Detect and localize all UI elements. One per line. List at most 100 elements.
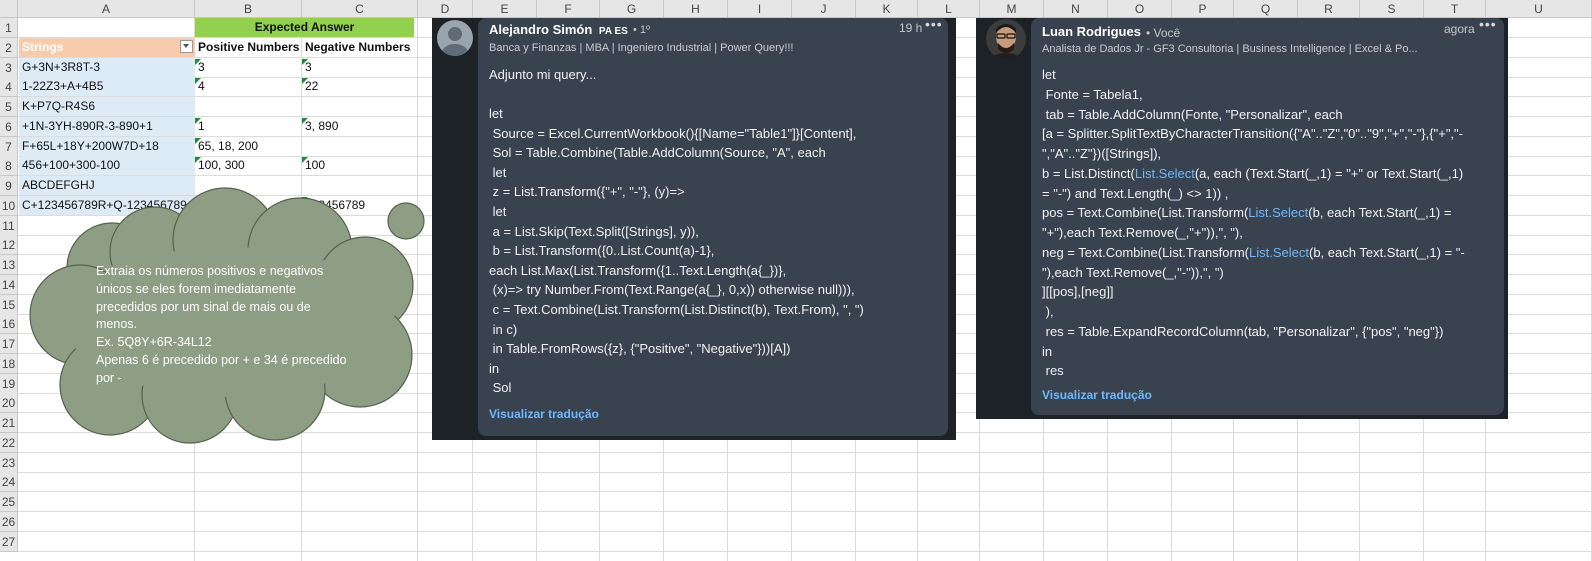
column-header-p[interactable]: P	[1172, 0, 1234, 18]
code-line: Fonte = Tabela1,	[1042, 87, 1143, 102]
code-line: b = List.Distinct(List.Select(a, each (T…	[1042, 166, 1463, 181]
view-translation-link[interactable]: Visualizar tradução	[1042, 388, 1152, 402]
row-header-25[interactable]: 25	[0, 492, 18, 512]
comment-time: agora	[1444, 22, 1475, 36]
avatar-photo[interactable]	[986, 19, 1026, 59]
callout-line: Apenas 6 é precedido por + e 34 é preced…	[96, 352, 347, 367]
code-text: "),each Text.Remove(_,"-")),", ")	[1042, 264, 1224, 280]
comment-intro: Adjunto mi query...	[489, 67, 597, 82]
avatar-default-icon[interactable]	[437, 20, 473, 56]
column-header-f[interactable]: F	[537, 0, 600, 18]
row-header-27[interactable]: 27	[0, 531, 18, 552]
code-text: Fonte = Tabela1,	[1042, 86, 1143, 102]
view-translation-link[interactable]: Visualizar tradução	[489, 407, 599, 421]
code-line: res = Table.ExpandRecordColumn(tab, "Per…	[1042, 323, 1444, 339]
code-text: b = List.Distinct(	[1042, 165, 1135, 181]
code-line: let	[489, 106, 503, 121]
code-text: (b, each Text.Start(_,1) =	[1308, 205, 1452, 221]
code-text: ),	[1042, 304, 1054, 319]
grid-line	[18, 511, 1592, 512]
code-highlight[interactable]: List.Select	[1248, 205, 1308, 220]
column-header-o[interactable]: O	[1108, 0, 1172, 18]
code-line: "),each Text.Remove(_,"-")),", ")	[1042, 265, 1224, 280]
code-text: let	[1042, 67, 1056, 82]
callout-text: Extraia os números positivos e negativos…	[96, 263, 358, 388]
code-line: a = List.Skip(Text.Split([Strings], y)),	[489, 223, 699, 239]
column-header-m[interactable]: M	[980, 0, 1044, 18]
code-line: Source = Excel.CurrentWorkbook(){[Name="…	[489, 125, 857, 141]
column-header-r[interactable]: R	[1298, 0, 1360, 18]
code-line: pos = Text.Combine(List.Transform(List.S…	[1042, 205, 1451, 220]
column-header-u[interactable]: U	[1486, 0, 1592, 18]
code-line: Sol = Table.Combine(Table.AddColumn(Sour…	[489, 145, 826, 161]
code-text: ","A".."Z"})([Strings]),	[1042, 146, 1162, 161]
code-line: ),	[1042, 304, 1054, 319]
column-header-s[interactable]: S	[1360, 0, 1424, 18]
row-header-26[interactable]: 26	[0, 511, 18, 532]
code-line: tab = Table.AddColumn(Fonte, "Personaliz…	[1042, 107, 1343, 122]
code-line: (x)=> try Number.From(Text.Range(a{_}, 0…	[489, 282, 855, 298]
code-line: Sol	[489, 380, 512, 396]
more-options-icon[interactable]: •••	[925, 16, 943, 32]
connection-degree: • 1º	[633, 24, 651, 36]
code-line: neg = Text.Combine(List.Transform(List.S…	[1042, 245, 1465, 260]
user-photo-icon	[986, 19, 1026, 59]
author-name[interactable]: Alejandro Simón PA ES	[489, 22, 628, 37]
code-line: in	[1042, 344, 1052, 359]
code-line: ","A".."Z"})([Strings]),	[1042, 146, 1161, 161]
column-header-n[interactable]: N	[1044, 0, 1108, 18]
column-header-i[interactable]: I	[728, 0, 792, 18]
code-highlight[interactable]: List.Select	[1249, 245, 1309, 260]
code-text: = "-") and Text.Length(_) <> 1)) ,	[1042, 185, 1229, 201]
code-line: = "-") and Text.Length(_) <> 1)) ,	[1042, 186, 1228, 201]
code-line: res	[1042, 363, 1064, 378]
code-line: in c)	[489, 321, 518, 337]
code-text: pos = Text.Combine(List.Transform(	[1042, 205, 1249, 221]
code-highlight[interactable]: List.Select	[1135, 166, 1195, 181]
author-name[interactable]: Luan Rodrigues	[1042, 24, 1141, 39]
grid-line	[18, 451, 1592, 453]
code-line: in	[489, 360, 500, 376]
code-text: tab = Table.AddColumn(Fonte, "Personaliz…	[1042, 106, 1343, 122]
code-line: z = List.Transform({"+", "-"}, (y)=>	[489, 184, 685, 200]
author-badges: PA ES	[598, 26, 628, 37]
column-header-h[interactable]: H	[664, 0, 728, 18]
code-text: "+"),each Text.Remove(_,"+")),", "),	[1042, 225, 1243, 240]
grid-line	[18, 471, 1592, 473]
code-text: neg = Text.Combine(List.Transform(	[1042, 244, 1249, 260]
column-header-g[interactable]: G	[600, 0, 664, 18]
code-line: b = List.Transform({0..List.Count(a)-1},	[489, 243, 715, 259]
callout-line: precedidos por um sinal de mais ou de	[96, 299, 311, 314]
comment-time: 19 h	[899, 21, 923, 35]
callout-line: por -	[96, 370, 122, 385]
person-silhouette-icon	[442, 27, 468, 56]
code-text: res = Table.ExpandRecordColumn(tab, "Per…	[1042, 323, 1444, 339]
callout-line: Extraia os números positivos e negativos	[96, 264, 324, 278]
callout-line: menos.	[96, 317, 137, 332]
code-line: let	[1042, 67, 1056, 82]
code-text: in	[1042, 343, 1053, 359]
code-text: (b, each Text.Start(_,1) = "-	[1308, 244, 1465, 260]
code-text: res	[1042, 363, 1064, 379]
code-line: c = Text.Combine(List.Transform(List.Dis…	[489, 302, 864, 317]
column-header-e[interactable]: E	[473, 0, 537, 18]
column-header-k[interactable]: K	[856, 0, 918, 18]
code-line: let	[489, 204, 507, 219]
code-text: [a = Splitter.SplitTextByCharacterTransi…	[1042, 126, 1463, 142]
connection-degree: • Você	[1146, 26, 1181, 40]
grid-line	[18, 550, 1592, 552]
code-line: each List.Max(List.Transform({1..Text.Le…	[489, 262, 787, 278]
row-header-23[interactable]: 23	[0, 452, 18, 473]
author-headline: Banca y Finanzas | MBA | Ingeniero Indus…	[489, 42, 794, 54]
more-options-icon[interactable]: •••	[1479, 16, 1497, 32]
code-line: ][[pos],[neg]]	[1042, 284, 1114, 299]
column-header-t[interactable]: T	[1424, 0, 1486, 18]
column-header-q[interactable]: Q	[1234, 0, 1298, 18]
row-header-24[interactable]: 24	[0, 472, 18, 493]
code-line: let	[489, 164, 507, 180]
code-line: [a = Splitter.SplitTextByCharacterTransi…	[1042, 126, 1463, 141]
column-header-j[interactable]: J	[792, 0, 856, 18]
code-line: in Table.FromRows({z}, {"Positive", "Neg…	[489, 341, 791, 357]
callout-line: Ex. 5Q8Y+6R-34L12	[96, 335, 212, 350]
callout-line: únicos se eles forem imediatamente	[96, 281, 297, 296]
